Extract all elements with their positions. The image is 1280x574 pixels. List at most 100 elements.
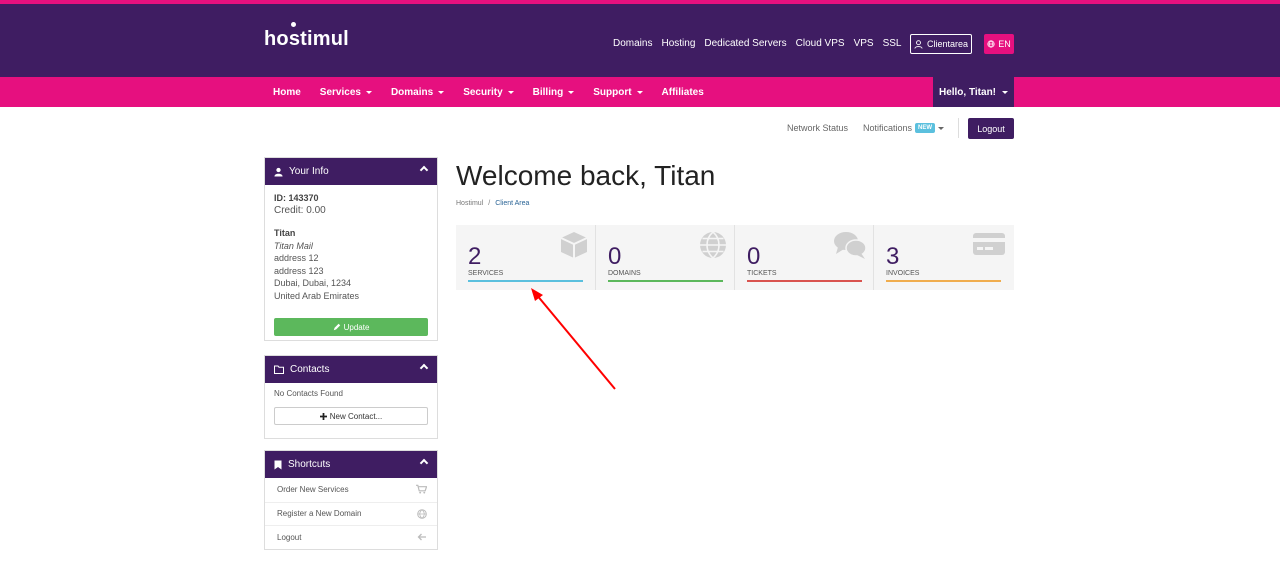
chevron-up-icon[interactable] — [419, 363, 429, 373]
language-button[interactable]: EN — [984, 34, 1014, 54]
site-header: hostimul Domains Hosting Dedicated Serve… — [0, 4, 1280, 77]
topnav-domains[interactable]: Domains — [613, 38, 652, 49]
contacts-title: Contacts — [290, 364, 330, 375]
nav-domains-label: Domains — [390, 86, 434, 98]
main-navigation: Home Services Domains Security Billing S… — [0, 77, 1280, 107]
globe-icon — [987, 40, 995, 48]
folder-icon — [274, 365, 284, 374]
topnav-dedicated-servers[interactable]: Dedicated Servers — [704, 38, 786, 49]
contacts-panel: Contacts No Contacts Found New Contact..… — [264, 355, 438, 439]
tile-invoices[interactable]: 3 INVOICES — [873, 225, 1012, 290]
nav-home-label: Home — [273, 86, 301, 98]
shortcut-order-new-services[interactable]: Order New Services — [265, 478, 437, 502]
user-menu-button[interactable]: Hello, Titan! — [933, 77, 1014, 107]
tile-tickets[interactable]: 0 TICKETS — [734, 225, 873, 290]
tickets-count: 0 — [747, 243, 761, 270]
shortcuts-title: Shortcuts — [288, 459, 331, 470]
your-info-header[interactable]: Your Info — [265, 158, 437, 185]
subnav-divider — [958, 118, 959, 138]
nav-billing[interactable]: Billing — [533, 87, 575, 98]
shortcuts-panel: Shortcuts Order New Services Register a … — [264, 450, 438, 550]
caret-down-icon — [507, 90, 514, 94]
logo-text: hostimul — [264, 28, 349, 50]
shortcut-label: Register a New Domain — [277, 509, 362, 519]
chevron-up-icon[interactable] — [419, 458, 429, 468]
invoices-label: INVOICES — [886, 270, 920, 277]
domains-count: 0 — [608, 243, 622, 270]
logo-dot — [291, 22, 296, 27]
update-label: Update — [343, 322, 370, 332]
shortcut-register-domain[interactable]: Register a New Domain — [265, 501, 437, 526]
new-contact-button[interactable]: New Contact... — [274, 407, 428, 425]
nav-services-label: Services — [319, 86, 361, 98]
chevron-up-icon[interactable] — [419, 165, 429, 175]
client-address-2: address 123 — [274, 265, 324, 276]
caret-down-icon — [636, 90, 643, 94]
nav-affiliates-label: Affiliates — [661, 86, 704, 98]
bookmark-icon — [274, 460, 282, 469]
nav-affiliates[interactable]: Affiliates — [662, 87, 704, 98]
network-status-link[interactable]: Network Status — [787, 123, 848, 133]
nav-support-label: Support — [593, 86, 632, 98]
contacts-header[interactable]: Contacts — [265, 356, 437, 383]
arrow-left-icon — [417, 533, 426, 541]
topnav-cloud-vps[interactable]: Cloud VPS — [796, 38, 845, 49]
topnav-ssl[interactable]: SSL — [883, 38, 902, 49]
breadcrumb-separator: / — [488, 200, 491, 207]
tickets-bar — [747, 280, 862, 282]
new-contact-label: New Contact... — [329, 411, 383, 421]
nav-services[interactable]: Services — [320, 87, 372, 98]
notifications-dropdown[interactable]: Notifications NEW — [863, 123, 945, 133]
update-button[interactable]: Update — [274, 318, 428, 336]
your-info-title: Your Info — [289, 166, 329, 177]
tile-services[interactable]: 2 SERVICES — [456, 225, 595, 290]
breadcrumb-current[interactable]: Client Area — [495, 200, 529, 207]
services-bar — [468, 280, 583, 282]
stats-tiles: 2 SERVICES 0 DOMAINS 0 TICKETS 3 INVOICE… — [456, 225, 1014, 290]
domains-bar — [608, 280, 723, 282]
caret-down-icon — [438, 90, 445, 94]
shortcuts-list: Order New Services Register a New Domain… — [265, 478, 437, 549]
clientarea-label: Clientarea — [926, 39, 969, 49]
tickets-label: TICKETS — [747, 270, 777, 277]
plus-icon — [319, 412, 327, 420]
client-country: United Arab Emirates — [274, 290, 360, 301]
topnav-hosting[interactable]: Hosting — [661, 38, 695, 49]
client-credit: Credit: 0.00 — [274, 204, 326, 216]
user-icon — [914, 39, 923, 49]
caret-down-icon — [938, 126, 945, 130]
globe-icon — [417, 508, 427, 519]
client-company: Titan Mail — [274, 240, 313, 251]
client-id: ID: 143370 — [274, 193, 319, 203]
invoices-bar — [886, 280, 1001, 282]
cart-icon — [416, 484, 427, 494]
invoices-count: 3 — [886, 243, 900, 270]
globe-icon — [700, 231, 726, 260]
nav-support[interactable]: Support — [593, 86, 643, 98]
comments-icon — [834, 232, 867, 259]
nav-security[interactable]: Security — [463, 86, 514, 98]
tile-domains[interactable]: 0 DOMAINS — [595, 225, 734, 290]
services-label: SERVICES — [468, 270, 504, 277]
shortcuts-header[interactable]: Shortcuts — [265, 451, 437, 478]
topnav-vps[interactable]: VPS — [854, 38, 874, 49]
hostimul-logo[interactable]: hostimul — [264, 22, 349, 51]
contacts-body: No Contacts Found New Contact... — [265, 383, 437, 433]
shortcut-label: Order New Services — [277, 485, 349, 495]
your-info-body: ID: 143370 Credit: 0.00 Titan Titan Mail… — [265, 185, 437, 309]
nav-security-label: Security — [463, 86, 503, 98]
breadcrumb-root[interactable]: Hostimul — [456, 200, 483, 207]
caret-down-icon — [365, 90, 372, 94]
nav-home[interactable]: Home — [273, 87, 301, 98]
notifications-label: Notifications — [863, 123, 913, 133]
domains-label: DOMAINS — [608, 270, 641, 277]
client-city: Dubai, Dubai, 1234 — [274, 278, 352, 288]
pencil-icon — [333, 323, 340, 331]
shortcut-logout[interactable]: Logout — [265, 525, 437, 549]
nav-domains[interactable]: Domains — [390, 86, 445, 98]
services-count: 2 — [468, 243, 482, 270]
nav-billing-label: Billing — [532, 86, 564, 98]
clientarea-button[interactable]: Clientarea — [910, 34, 972, 54]
logout-button[interactable]: Logout — [968, 118, 1014, 139]
new-badge: NEW — [915, 123, 936, 133]
